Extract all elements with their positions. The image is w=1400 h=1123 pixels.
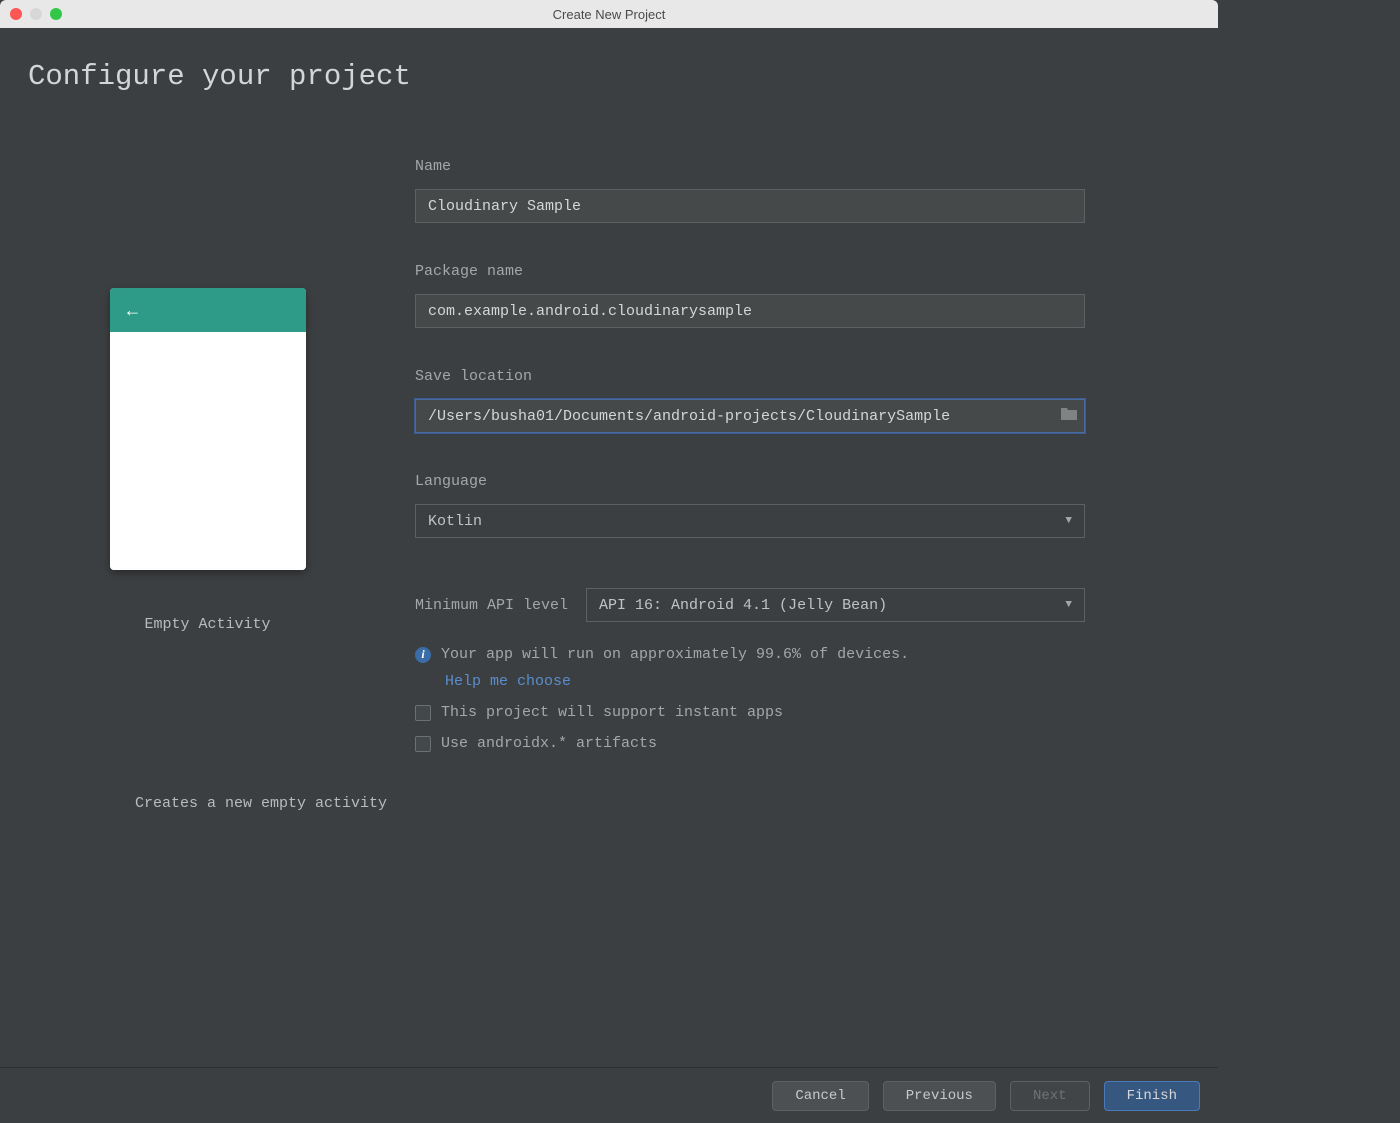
close-window-icon[interactable] xyxy=(10,8,22,20)
back-arrow-icon: ← xyxy=(124,300,142,321)
browse-folder-icon[interactable] xyxy=(1061,407,1077,425)
next-button: Next xyxy=(1010,1081,1090,1111)
api-label: Minimum API level xyxy=(415,597,568,614)
package-label: Package name xyxy=(415,263,1085,280)
api-value: API 16: Android 4.1 (Jelly Bean) xyxy=(599,597,887,614)
androidx-label: Use androidx.* artifacts xyxy=(441,735,657,752)
device-coverage-text: Your app will run on approximately 99.6%… xyxy=(441,646,909,663)
instant-apps-label: This project will support instant apps xyxy=(441,704,783,721)
language-label: Language xyxy=(415,473,1085,490)
dialog-footer: Cancel Previous Next Finish xyxy=(0,1067,1218,1123)
name-label: Name xyxy=(415,158,1085,175)
window-titlebar: Create New Project xyxy=(0,0,1218,28)
androidx-row[interactable]: Use androidx.* artifacts xyxy=(415,735,1085,752)
instant-apps-row[interactable]: This project will support instant apps xyxy=(415,704,1085,721)
preview-label: Empty Activity xyxy=(144,616,270,633)
language-value: Kotlin xyxy=(428,513,482,530)
info-icon: i xyxy=(415,647,431,663)
dialog-content: ← Empty Activity Creates a new empty act… xyxy=(0,93,1218,812)
dialog-header: Configure your project xyxy=(0,28,1218,93)
dialog-window: Configure your project ← Empty Activity … xyxy=(0,28,1218,1123)
language-dropdown[interactable]: Kotlin ▼ xyxy=(415,504,1085,538)
previous-button[interactable]: Previous xyxy=(883,1081,996,1111)
location-label: Save location xyxy=(415,368,1085,385)
api-row: Minimum API level API 16: Android 4.1 (J… xyxy=(415,588,1085,622)
form-column: Name Package name Save location Language… xyxy=(415,158,1085,812)
location-input-wrapper xyxy=(415,399,1085,433)
androidx-checkbox[interactable] xyxy=(415,736,431,752)
package-input[interactable] xyxy=(415,294,1085,328)
name-input[interactable] xyxy=(415,189,1085,223)
instant-apps-checkbox[interactable] xyxy=(415,705,431,721)
minimize-window-icon xyxy=(30,8,42,20)
preview-column: ← Empty Activity Creates a new empty act… xyxy=(0,158,415,812)
chevron-down-icon: ▼ xyxy=(1065,515,1072,527)
info-row: i Your app will run on approximately 99.… xyxy=(415,646,1085,663)
finish-button[interactable]: Finish xyxy=(1104,1081,1200,1111)
location-input[interactable] xyxy=(415,399,1085,433)
activity-preview: ← xyxy=(110,288,306,570)
preview-app-bar: ← xyxy=(110,288,306,332)
cancel-button[interactable]: Cancel xyxy=(772,1081,868,1111)
maximize-window-icon[interactable] xyxy=(50,8,62,20)
preview-body xyxy=(110,332,306,570)
page-title: Configure your project xyxy=(28,60,1218,93)
chevron-down-icon: ▼ xyxy=(1065,599,1072,611)
preview-description: Creates a new empty activity xyxy=(0,795,387,812)
help-me-choose-link[interactable]: Help me choose xyxy=(445,673,1085,690)
window-title: Create New Project xyxy=(0,7,1218,22)
api-dropdown[interactable]: API 16: Android 4.1 (Jelly Bean) ▼ xyxy=(586,588,1085,622)
traffic-lights xyxy=(10,8,62,20)
